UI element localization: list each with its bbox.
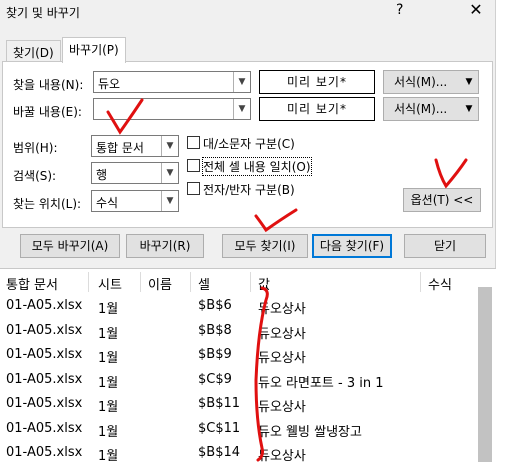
annotation-checkmark <box>434 158 468 189</box>
annotation-checkmark <box>106 98 144 135</box>
tab-replace[interactable]: 바꾸기(P) <box>62 37 126 63</box>
annotation-bracket <box>254 286 269 462</box>
find-replace-dialog: 찾기 및 바꾸기 ? ✕ 찾기(D) 바꾸기(P) 찾을 내용(N): 듀오 ▼… <box>0 0 496 464</box>
annotation-layer <box>106 98 468 462</box>
background-sheet <box>496 0 514 462</box>
annotation-checkmark <box>254 208 298 233</box>
